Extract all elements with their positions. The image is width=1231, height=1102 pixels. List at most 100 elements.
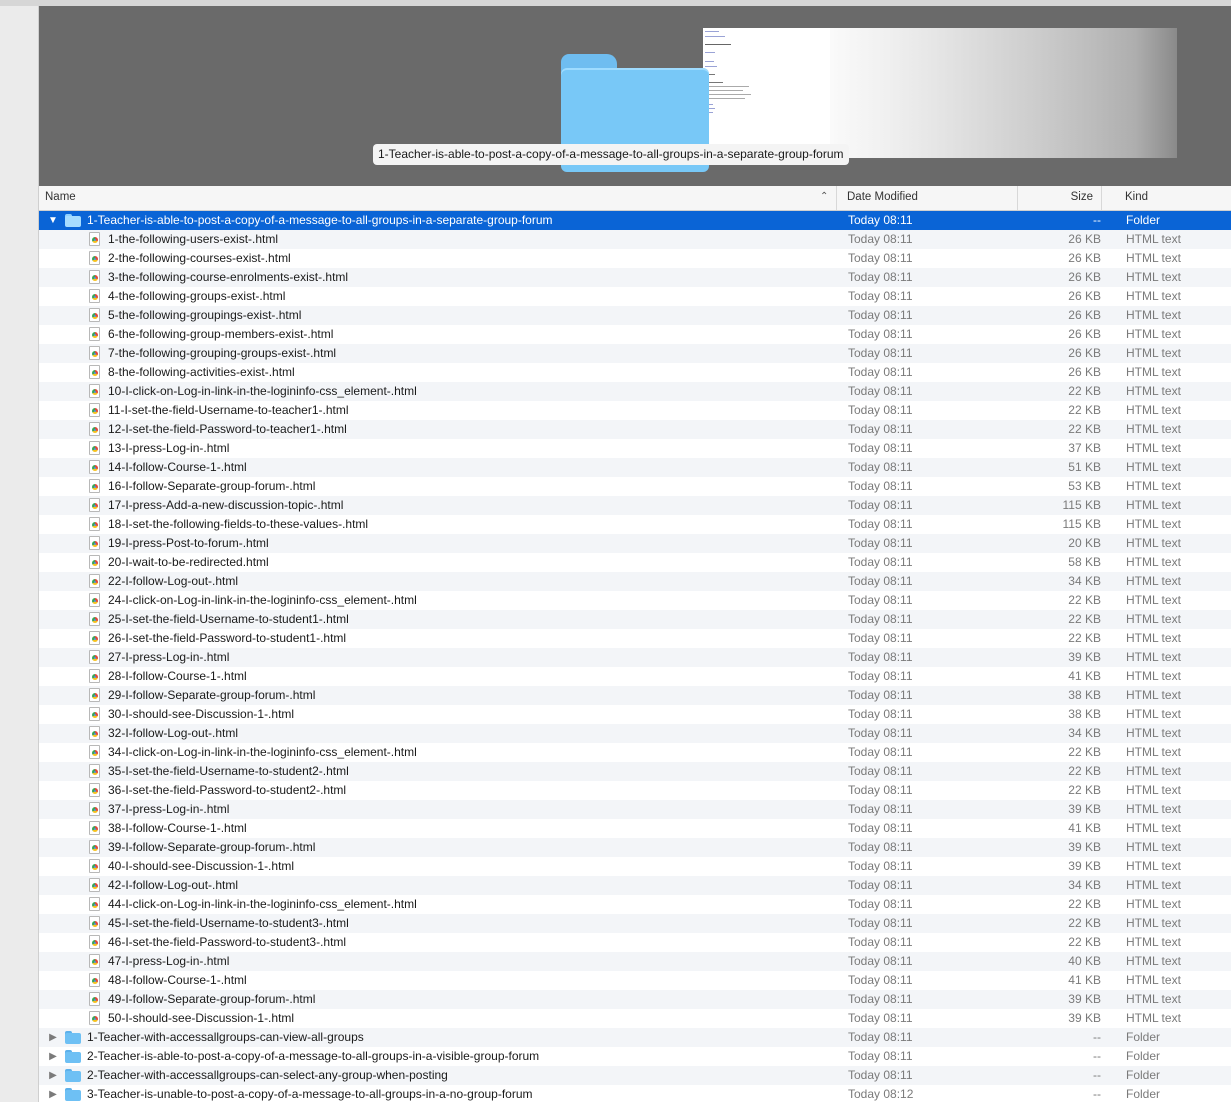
html-file-icon bbox=[89, 612, 100, 626]
file-row[interactable]: 5-the-following-groupings-exist-.html Tod… bbox=[39, 306, 1231, 325]
file-row[interactable]: 22-I-follow-Log-out-.html Today 08:11 34 K… bbox=[39, 572, 1231, 591]
file-row[interactable]: 13-I-press-Log-in-.html Today 08:11 37 KB H… bbox=[39, 439, 1231, 458]
html-file-icon bbox=[89, 669, 100, 683]
file-name: 42-I-follow-Log-out-.html bbox=[108, 878, 239, 892]
file-kind: HTML text bbox=[1126, 802, 1181, 816]
file-size: 26 KB bbox=[1068, 251, 1101, 265]
file-kind: HTML text bbox=[1126, 270, 1181, 284]
folder-icon bbox=[65, 1050, 81, 1063]
folder-row-selected[interactable]: ▼ 1-Teacher-is-able-to-post-a-copy-of-a-… bbox=[39, 211, 1231, 230]
html-file-icon bbox=[89, 536, 100, 550]
file-row[interactable]: 7-the-following-grouping-groups-exist-.h… bbox=[39, 344, 1231, 363]
folder-row[interactable]: ▶ 1-Teacher-with-accessallgroups-can-view… bbox=[39, 1028, 1231, 1047]
file-size: 26 KB bbox=[1068, 270, 1101, 284]
html-file-icon bbox=[89, 232, 100, 246]
file-row[interactable]: 39-I-follow-Separate-group-forum-.html To… bbox=[39, 838, 1231, 857]
file-kind: HTML text bbox=[1126, 517, 1181, 531]
html-file-icon bbox=[89, 916, 100, 930]
file-row[interactable]: 26-I-set-the-field-Password-to-student1-… bbox=[39, 629, 1231, 648]
date-modified: Today 08:11 bbox=[848, 745, 913, 759]
html-file-icon bbox=[89, 555, 100, 569]
disclosure-collapsed-icon[interactable]: ▶ bbox=[47, 1066, 59, 1085]
column-header-size[interactable]: Size bbox=[1018, 186, 1102, 210]
column-header-date-modified[interactable]: Date Modified bbox=[840, 186, 1018, 210]
file-kind: HTML text bbox=[1126, 992, 1181, 1006]
folder-row[interactable]: ▶ 2-Teacher-is-able-to-post-a-copy-of-a-m… bbox=[39, 1047, 1231, 1066]
file-row[interactable]: 3-the-following-course-enrolments-exist-… bbox=[39, 268, 1231, 287]
column-header-row: Name ⌃ Date Modified Size Kind bbox=[39, 186, 1231, 211]
file-row[interactable]: 42-I-follow-Log-out-.html Today 08:11 34 K… bbox=[39, 876, 1231, 895]
file-list[interactable]: Name ⌃ Date Modified Size Kind ▼ 1-Teach… bbox=[39, 186, 1231, 1102]
file-row[interactable]: 47-I-press-Log-in-.html Today 08:11 40 KB H… bbox=[39, 952, 1231, 971]
folder-row[interactable]: ▶ 3-Teacher-is-unable-to-post-a-copy-of-a… bbox=[39, 1085, 1231, 1102]
disclosure-expanded-icon[interactable]: ▼ bbox=[47, 211, 59, 230]
file-row[interactable]: 1-the-following-users-exist-.html Today 0… bbox=[39, 230, 1231, 249]
file-row[interactable]: 16-I-follow-Separate-group-forum-.html To… bbox=[39, 477, 1231, 496]
file-row[interactable]: 35-I-set-the-field-Username-to-student2-… bbox=[39, 762, 1231, 781]
file-row[interactable]: 24-I-click-on-Log-in-link-in-the-loginin… bbox=[39, 591, 1231, 610]
file-kind: HTML text bbox=[1126, 422, 1181, 436]
file-name: 6-the-following-group-members-exist-.htm… bbox=[108, 327, 334, 341]
date-modified: Today 08:11 bbox=[848, 289, 913, 303]
file-row[interactable]: 27-I-press-Log-in-.html Today 08:11 39 KB H… bbox=[39, 648, 1231, 667]
file-row[interactable]: 6-the-following-group-members-exist-.htm… bbox=[39, 325, 1231, 344]
file-name: 3-the-following-course-enrolments-exist-… bbox=[108, 270, 349, 284]
file-row[interactable]: 49-I-follow-Separate-group-forum-.html To… bbox=[39, 990, 1231, 1009]
file-row[interactable]: 14-I-follow-Course-1-.html Today 08:11 51 … bbox=[39, 458, 1231, 477]
html-file-icon bbox=[89, 726, 100, 740]
file-row[interactable]: 50-I-should-see-Discussion-1-.html Today … bbox=[39, 1009, 1231, 1028]
file-name: 47-I-press-Log-in-.html bbox=[108, 954, 230, 968]
file-kind: HTML text bbox=[1126, 232, 1181, 246]
html-file-icon bbox=[89, 384, 100, 398]
file-size: -- bbox=[1093, 1087, 1101, 1101]
html-file-icon bbox=[89, 897, 100, 911]
file-row[interactable]: 29-I-follow-Separate-group-forum-.html To… bbox=[39, 686, 1231, 705]
file-row[interactable]: 18-I-set-the-following-fields-to-these-v… bbox=[39, 515, 1231, 534]
file-size: 115 KB bbox=[1062, 498, 1101, 512]
disclosure-collapsed-icon[interactable]: ▶ bbox=[47, 1028, 59, 1047]
file-row[interactable]: 11-I-set-the-field-Username-to-teacher1-… bbox=[39, 401, 1231, 420]
disclosure-collapsed-icon[interactable]: ▶ bbox=[47, 1047, 59, 1066]
file-row[interactable]: 44-I-click-on-Log-in-link-in-the-loginin… bbox=[39, 895, 1231, 914]
file-row[interactable]: 40-I-should-see-Discussion-1-.html Today … bbox=[39, 857, 1231, 876]
file-kind: HTML text bbox=[1126, 916, 1181, 930]
file-name: 29-I-follow-Separate-group-forum-.html bbox=[108, 688, 316, 702]
file-row[interactable]: 17-I-press-Add-a-new-discussion-topic-.h… bbox=[39, 496, 1231, 515]
file-name: 20-I-wait-to-be-redirected.html bbox=[108, 555, 269, 569]
file-row[interactable]: 37-I-press-Log-in-.html Today 08:11 39 KB H… bbox=[39, 800, 1231, 819]
file-row[interactable]: 32-I-follow-Log-out-.html Today 08:11 34 K… bbox=[39, 724, 1231, 743]
file-row[interactable]: 2-the-following-courses-exist-.html Today… bbox=[39, 249, 1231, 268]
file-row[interactable]: 4-the-following-groups-exist-.html Today … bbox=[39, 287, 1231, 306]
file-size: -- bbox=[1093, 213, 1101, 227]
file-row[interactable]: 46-I-set-the-field-Password-to-student3-… bbox=[39, 933, 1231, 952]
file-row[interactable]: 38-I-follow-Course-1-.html Today 08:11 41 … bbox=[39, 819, 1231, 838]
file-row[interactable]: 19-I-press-Post-to-forum-.html Today 08:1… bbox=[39, 534, 1231, 553]
folder-row[interactable]: ▶ 2-Teacher-with-accessallgroups-can-sele… bbox=[39, 1066, 1231, 1085]
file-row[interactable]: 20-I-wait-to-be-redirected.html Today 08:… bbox=[39, 553, 1231, 572]
file-name: 19-I-press-Post-to-forum-.html bbox=[108, 536, 269, 550]
file-kind: HTML text bbox=[1126, 897, 1181, 911]
file-row[interactable]: 30-I-should-see-Discussion-1-.html Today … bbox=[39, 705, 1231, 724]
file-size: 22 KB bbox=[1068, 593, 1101, 607]
file-size: 51 KB bbox=[1068, 460, 1101, 474]
sort-ascending-icon[interactable]: ⌃ bbox=[820, 186, 828, 208]
file-row[interactable]: 34-I-click-on-Log-in-link-in-the-loginin… bbox=[39, 743, 1231, 762]
file-row[interactable]: 25-I-set-the-field-Username-to-student1-… bbox=[39, 610, 1231, 629]
column-header-name[interactable]: Name bbox=[39, 186, 837, 210]
file-row[interactable]: 45-I-set-the-field-Username-to-student3-… bbox=[39, 914, 1231, 933]
folder-icon bbox=[65, 214, 81, 227]
file-row[interactable]: 28-I-follow-Course-1-.html Today 08:11 41 … bbox=[39, 667, 1231, 686]
file-row[interactable]: 10-I-click-on-Log-in-link-in-the-loginin… bbox=[39, 382, 1231, 401]
file-kind: HTML text bbox=[1126, 593, 1181, 607]
file-row[interactable]: 36-I-set-the-field-Password-to-student2-… bbox=[39, 781, 1231, 800]
file-name: 14-I-follow-Course-1-.html bbox=[108, 460, 247, 474]
date-modified: Today 08:11 bbox=[848, 612, 913, 626]
disclosure-collapsed-icon[interactable]: ▶ bbox=[47, 1085, 59, 1102]
file-row[interactable]: 12-I-set-the-field-Password-to-teacher1-… bbox=[39, 420, 1231, 439]
file-name: 2-the-following-courses-exist-.html bbox=[108, 251, 291, 265]
column-header-kind[interactable]: Kind bbox=[1119, 186, 1231, 210]
file-row[interactable]: 48-I-follow-Course-1-.html Today 08:11 41 … bbox=[39, 971, 1231, 990]
preview-gradient bbox=[830, 28, 1177, 158]
file-size: 22 KB bbox=[1068, 631, 1101, 645]
file-row[interactable]: 8-the-following-activities-exist-.html To… bbox=[39, 363, 1231, 382]
